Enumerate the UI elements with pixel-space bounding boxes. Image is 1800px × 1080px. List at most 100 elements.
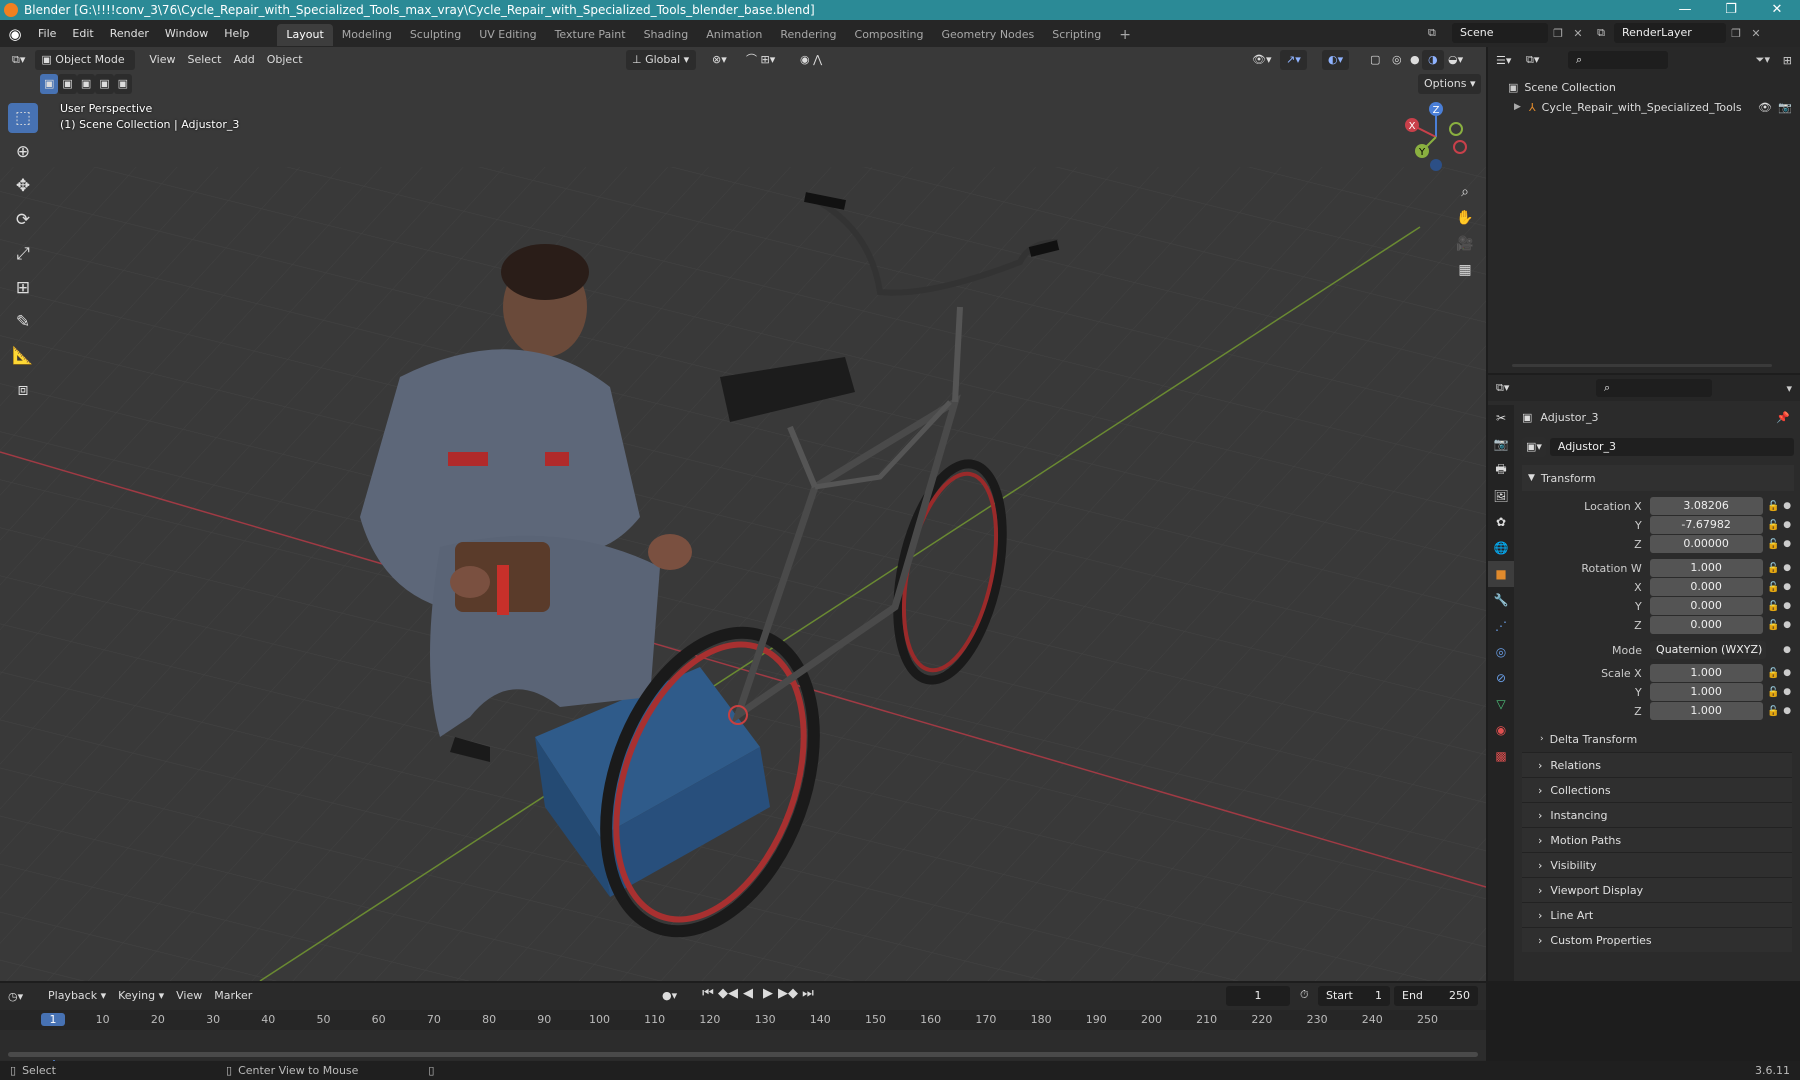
keyframe-dot-icon[interactable]: ●: [1780, 687, 1794, 697]
keyframe-dot-icon[interactable]: ●: [1780, 645, 1794, 655]
world-tab-icon[interactable]: 🌐: [1488, 535, 1514, 561]
scale-x-field[interactable]: 1.000: [1649, 664, 1763, 682]
location-z-field[interactable]: 0.00000: [1649, 535, 1763, 553]
outliner-item[interactable]: ▶ ⅄ Cycle_Repair_with_Specialized_Tools …: [1488, 97, 1800, 117]
menu-view[interactable]: View: [143, 50, 181, 70]
maximize-button[interactable]: ❐: [1708, 0, 1754, 20]
expand-arrow-icon[interactable]: ▶: [1514, 102, 1521, 112]
jump-keyframe-forward-icon[interactable]: ▶◆: [778, 986, 798, 1001]
gizmo-toggle-icon[interactable]: ↗▾: [1280, 50, 1307, 70]
options-dropdown[interactable]: Options ▾: [1418, 74, 1482, 94]
lock-icon[interactable]: 🔓: [1767, 501, 1781, 512]
section-custom-properties[interactable]: › Custom Properties: [1522, 927, 1792, 952]
transform-tool-icon[interactable]: ⊞: [8, 273, 38, 303]
keyframe-dot-icon[interactable]: ●: [1780, 582, 1794, 592]
modifier-tab-icon[interactable]: 🔧: [1488, 587, 1514, 613]
keyframe-dot-icon[interactable]: ●: [1780, 539, 1794, 549]
add-workspace-button[interactable]: +: [1110, 24, 1140, 46]
texture-tab-icon[interactable]: ▩: [1488, 743, 1514, 769]
location-y-field[interactable]: -7.67982: [1649, 516, 1763, 534]
scene-name-field[interactable]: Scene: [1452, 23, 1548, 43]
tab-compositing[interactable]: Compositing: [846, 24, 933, 46]
transform-orientation-dropdown[interactable]: ⊥ Global ▾: [626, 50, 696, 70]
section-line-art[interactable]: › Line Art: [1522, 902, 1792, 927]
section-viewport-display[interactable]: › Viewport Display: [1522, 877, 1792, 902]
keyframe-dot-icon[interactable]: ●: [1780, 501, 1794, 511]
lock-icon[interactable]: 🔓: [1767, 706, 1781, 717]
output-tab-icon[interactable]: 🖶: [1488, 457, 1514, 483]
rotation-y-field[interactable]: 0.000: [1649, 597, 1763, 615]
tab-layout[interactable]: Layout: [277, 24, 333, 46]
rotation-x-field[interactable]: 0.000: [1649, 578, 1763, 596]
select-subtract-icon[interactable]: ▣: [76, 74, 96, 94]
menu-timeline-view[interactable]: View: [170, 986, 208, 1006]
section-relations[interactable]: › Relations: [1522, 752, 1792, 777]
tab-sculpting[interactable]: Sculpting: [401, 24, 470, 46]
jump-start-icon[interactable]: ⏮: [698, 986, 718, 1001]
lock-icon[interactable]: 🔓: [1767, 563, 1781, 574]
viewport-scene-canvas[interactable]: [0, 47, 1486, 981]
scale-y-field[interactable]: 1.000: [1649, 683, 1763, 701]
menu-edit[interactable]: Edit: [64, 20, 101, 47]
cursor-tool-icon[interactable]: ⊕: [8, 137, 38, 167]
play-icon[interactable]: ▶: [758, 986, 778, 1001]
viewlayer-delete-icon[interactable]: ✕: [1746, 27, 1766, 40]
minimize-button[interactable]: —: [1662, 0, 1708, 20]
auto-keying-icon[interactable]: ●▾: [656, 986, 683, 1006]
blender-menu-icon[interactable]: ◉: [0, 25, 30, 43]
lock-icon[interactable]: 🔓: [1767, 601, 1781, 612]
lock-icon[interactable]: 🔓: [1767, 620, 1781, 631]
data-tab-icon[interactable]: ▽: [1488, 691, 1514, 717]
outliner-scrollbar[interactable]: [1512, 364, 1772, 367]
constraints-tab-icon[interactable]: ⊘: [1488, 665, 1514, 691]
render-camera-icon[interactable]: 📷: [1778, 101, 1792, 114]
visibility-eye-icon[interactable]: 👁: [1758, 101, 1772, 114]
tab-texture-paint[interactable]: Texture Paint: [546, 24, 635, 46]
jump-end-icon[interactable]: ⏭: [798, 986, 818, 1001]
lock-icon[interactable]: 🔓: [1767, 668, 1781, 679]
render-tab-icon[interactable]: 📷: [1488, 431, 1514, 457]
menu-playback[interactable]: Playback ▾: [42, 986, 112, 1006]
menu-select[interactable]: Select: [182, 50, 228, 70]
select-intersect-icon[interactable]: ▣: [113, 74, 133, 94]
location-x-field[interactable]: 3.08206: [1649, 497, 1763, 515]
menu-marker[interactable]: Marker: [208, 986, 258, 1006]
mode-dropdown[interactable]: ▣ Object Mode ▾: [35, 50, 136, 86]
keyframe-dot-icon[interactable]: ●: [1780, 601, 1794, 611]
outliner-editor-type-icon[interactable]: ☰▾: [1496, 54, 1526, 67]
physics-tab-icon[interactable]: ◎: [1488, 639, 1514, 665]
shading-material-icon[interactable]: ◑: [1422, 50, 1444, 70]
camera-view-icon[interactable]: 🎥: [1452, 231, 1478, 257]
scale-tool-icon[interactable]: ⤢: [8, 239, 38, 269]
frame-ruler[interactable]: 1 10 20 30 40 50 60 70 80 90 100 110 120 130 140 150 160…: [0, 1010, 1486, 1062]
material-tab-icon[interactable]: ◉: [1488, 717, 1514, 743]
select-extend-icon[interactable]: ▣: [58, 74, 77, 94]
editor-type-icon[interactable]: ⧉▾: [6, 50, 31, 70]
outliner-display-mode-icon[interactable]: ⧉▾: [1526, 53, 1552, 67]
tab-animation[interactable]: Animation: [697, 24, 771, 46]
close-button[interactable]: ✕: [1754, 0, 1800, 20]
overlay-toggle-icon[interactable]: ◐▾: [1322, 50, 1350, 70]
filter-icon[interactable]: ⏷▾: [1756, 53, 1770, 67]
jump-keyframe-back-icon[interactable]: ◆◀: [718, 986, 738, 1001]
menu-keying[interactable]: Keying ▾: [112, 986, 170, 1006]
pin-icon[interactable]: 📌: [1776, 411, 1790, 424]
end-frame-field[interactable]: End 250: [1394, 986, 1478, 1006]
keyframe-dot-icon[interactable]: ●: [1780, 706, 1794, 716]
properties-editor-type-icon[interactable]: ⧉▾: [1496, 381, 1526, 395]
viewlayer-name-field[interactable]: RenderLayer: [1614, 23, 1726, 43]
rotation-w-field[interactable]: 1.000: [1649, 559, 1763, 577]
menu-help[interactable]: Help: [216, 20, 257, 47]
scale-z-field[interactable]: 1.000: [1649, 702, 1763, 720]
particles-tab-icon[interactable]: ⋰: [1488, 613, 1514, 639]
lock-icon[interactable]: 🔓: [1767, 687, 1781, 698]
menu-render[interactable]: Render: [102, 20, 157, 47]
viewlayer-browse-icon[interactable]: ⧉: [1588, 26, 1614, 40]
outliner-search-input[interactable]: ⌕: [1568, 51, 1668, 69]
tab-scripting[interactable]: Scripting: [1043, 24, 1110, 46]
delta-transform-subpanel[interactable]: › Delta Transform: [1522, 728, 1794, 750]
tab-shading[interactable]: Shading: [635, 24, 698, 46]
tab-rendering[interactable]: Rendering: [771, 24, 845, 46]
section-collections[interactable]: › Collections: [1522, 777, 1792, 802]
view-layer-tab-icon[interactable]: 🖼: [1488, 483, 1514, 509]
